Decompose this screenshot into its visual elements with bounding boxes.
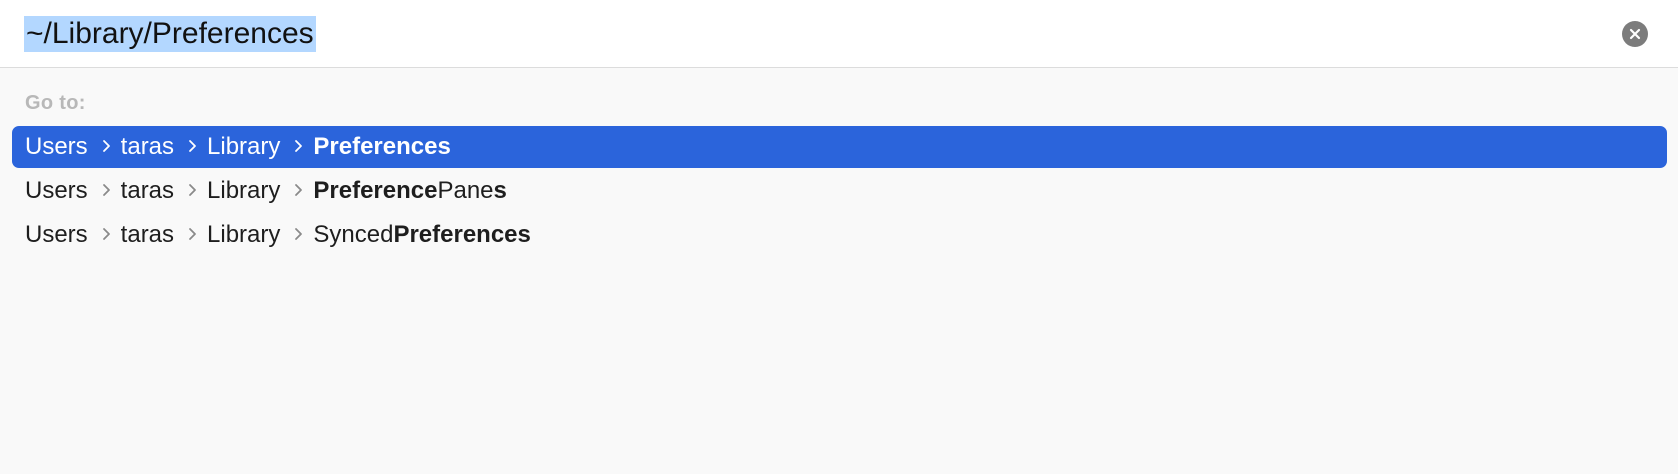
folder-name-rest: Synced	[313, 221, 394, 248]
clear-search-button[interactable]	[1622, 21, 1648, 47]
results-list: Users taras Library Preferences Users taras L…	[12, 126, 1667, 258]
chevron-right-icon	[102, 139, 111, 153]
folder-name-match: s	[493, 177, 507, 204]
chevron-right-icon	[294, 139, 303, 153]
go-to-label: Go to:	[25, 92, 86, 114]
chevron-right-icon	[188, 183, 197, 197]
folder-name-match: Preferences	[393, 221, 531, 248]
crumb-taras: taras	[120, 133, 175, 160]
crumb-taras: taras	[120, 221, 175, 248]
search-bar: ~/Library/Preferences	[0, 0, 1678, 68]
chevron-right-icon	[188, 139, 197, 153]
folder-name-match: Preference	[313, 177, 438, 204]
result-row-syncedpreferences[interactable]: Users taras Library SyncedPreferences	[12, 214, 1667, 256]
crumb-taras: taras	[120, 177, 175, 204]
result-row-preferencepanes[interactable]: Users taras Library PreferencePanes	[12, 170, 1667, 212]
chevron-right-icon	[102, 227, 111, 241]
result-row-preferences[interactable]: Users taras Library Preferences	[12, 126, 1667, 168]
crumb-library: Library	[207, 221, 281, 248]
folder-name-match: Preferences	[313, 133, 451, 160]
go-to-folder-window: ~/Library/Preferences Go to: Users taras L…	[0, 0, 1678, 474]
chevron-right-icon	[294, 227, 303, 241]
chevron-right-icon	[188, 227, 197, 241]
crumb-users: Users	[25, 221, 88, 248]
path-input[interactable]: ~/Library/Preferences	[24, 16, 316, 52]
crumb-library: Library	[207, 177, 281, 204]
chevron-right-icon	[294, 183, 303, 197]
crumb-users: Users	[25, 177, 88, 204]
folder-name-rest: Pane	[437, 177, 494, 204]
crumb-users: Users	[25, 133, 88, 160]
close-icon	[1629, 28, 1641, 40]
chevron-right-icon	[102, 183, 111, 197]
crumb-library: Library	[207, 133, 281, 160]
